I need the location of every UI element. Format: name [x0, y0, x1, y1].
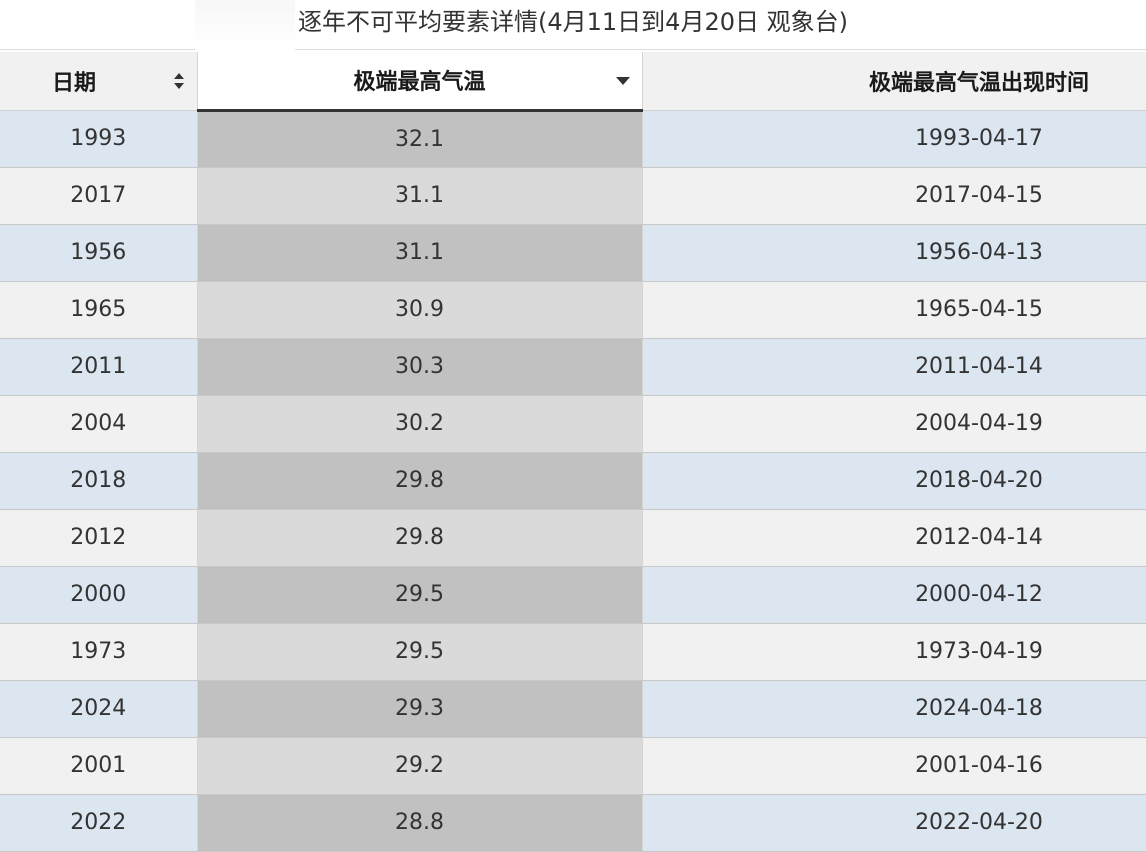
cell-max-temp: 29.8 — [197, 452, 643, 510]
cell-year: 2017 — [0, 167, 198, 225]
cell-year: 1965 — [0, 281, 198, 339]
column-header-max-temp-time[interactable]: 极端最高气温出现时间 — [642, 52, 1146, 111]
table-row[interactable]: 2012 29.8 2012-04-14 — [0, 509, 1146, 567]
cell-year: 2001 — [0, 737, 198, 795]
cell-max-temp-time: 1956-04-13 — [642, 224, 1146, 282]
cell-max-temp-time: 1965-04-15 — [642, 281, 1146, 339]
cell-year: 1973 — [0, 623, 198, 681]
cell-year: 2000 — [0, 566, 198, 624]
cell-max-temp: 31.1 — [197, 224, 643, 282]
table-row[interactable]: 2000 29.5 2000-04-12 — [0, 566, 1146, 624]
table-row[interactable]: 2011 30.3 2011-04-14 — [0, 338, 1146, 396]
cell-max-temp: 29.3 — [197, 680, 643, 738]
table-body: 1993 32.1 1993-04-17 2017 31.1 2017-04-15 1956… — [0, 110, 1146, 852]
table-row[interactable]: 2022 28.8 2022-04-20 — [0, 794, 1146, 852]
cell-max-temp-time: 2018-04-20 — [642, 452, 1146, 510]
cell-max-temp-time: 2022-04-20 — [642, 794, 1146, 852]
table-row[interactable]: 2001 29.2 2001-04-16 — [0, 737, 1146, 795]
cell-max-temp: 30.2 — [197, 395, 643, 453]
table-row[interactable]: 2024 29.3 2024-04-18 — [0, 680, 1146, 738]
cell-year: 2024 — [0, 680, 198, 738]
cell-max-temp-time: 2012-04-14 — [642, 509, 1146, 567]
cell-max-temp: 32.1 — [197, 110, 643, 168]
cell-year: 2022 — [0, 794, 198, 852]
sort-desc-icon[interactable] — [615, 77, 630, 85]
table-title-bar: 逐年不可平均要素详情(4月11日到4月20日 观象台) — [0, 0, 1146, 50]
cell-max-temp-time: 2004-04-19 — [642, 395, 1146, 453]
page-title: 逐年不可平均要素详情(4月11日到4月20日 观象台) — [298, 8, 848, 36]
cell-max-temp-time: 2011-04-14 — [642, 338, 1146, 396]
column-header-max-temp-time-label: 极端最高气温出现时间 — [868, 70, 1089, 96]
cell-max-temp-time: 2001-04-16 — [642, 737, 1146, 795]
cell-max-temp: 29.2 — [197, 737, 643, 795]
data-table: 日期 极端最高气温 极端最高气温出现时间 1993 32.1 1993-04-17 2… — [0, 52, 1146, 852]
table-row[interactable]: 2017 31.1 2017-04-15 — [0, 167, 1146, 225]
cell-max-temp-time: 1973-04-19 — [642, 623, 1146, 681]
cell-max-temp-time: 1993-04-17 — [642, 110, 1146, 168]
cell-year: 1956 — [0, 224, 198, 282]
cell-max-temp: 28.8 — [197, 794, 643, 852]
cell-year: 2011 — [0, 338, 198, 396]
column-header-date[interactable]: 日期 — [0, 52, 198, 111]
table-row[interactable]: 2004 30.2 2004-04-19 — [0, 395, 1146, 453]
cell-max-temp: 29.5 — [197, 566, 643, 624]
table-row[interactable]: 1965 30.9 1965-04-15 — [0, 281, 1146, 339]
table-row[interactable]: 2018 29.8 2018-04-20 — [0, 452, 1146, 510]
cell-max-temp: 30.9 — [197, 281, 643, 339]
title-bar-shade — [195, 0, 295, 50]
column-header-max-temp[interactable]: 极端最高气温 — [197, 52, 643, 112]
cell-max-temp-time: 2024-04-18 — [642, 680, 1146, 738]
table-row[interactable]: 1956 31.1 1956-04-13 — [0, 224, 1146, 282]
table-row[interactable]: 1973 29.5 1973-04-19 — [0, 623, 1146, 681]
cell-year: 2012 — [0, 509, 198, 567]
sort-both-icon[interactable] — [173, 72, 185, 90]
column-header-date-label: 日期 — [52, 70, 97, 96]
table-row[interactable]: 1993 32.1 1993-04-17 — [0, 110, 1146, 168]
cell-max-temp-time: 2017-04-15 — [642, 167, 1146, 225]
cell-max-temp: 29.5 — [197, 623, 643, 681]
cell-year: 2004 — [0, 395, 198, 453]
header-row: 日期 极端最高气温 极端最高气温出现时间 — [0, 52, 1146, 112]
column-header-max-temp-label: 极端最高气温 — [353, 70, 486, 96]
cell-max-temp-time: 2000-04-12 — [642, 566, 1146, 624]
cell-year: 1993 — [0, 110, 198, 168]
cell-year: 2018 — [0, 452, 198, 510]
cell-max-temp: 29.8 — [197, 509, 643, 567]
cell-max-temp: 31.1 — [197, 167, 643, 225]
cell-max-temp: 30.3 — [197, 338, 643, 396]
